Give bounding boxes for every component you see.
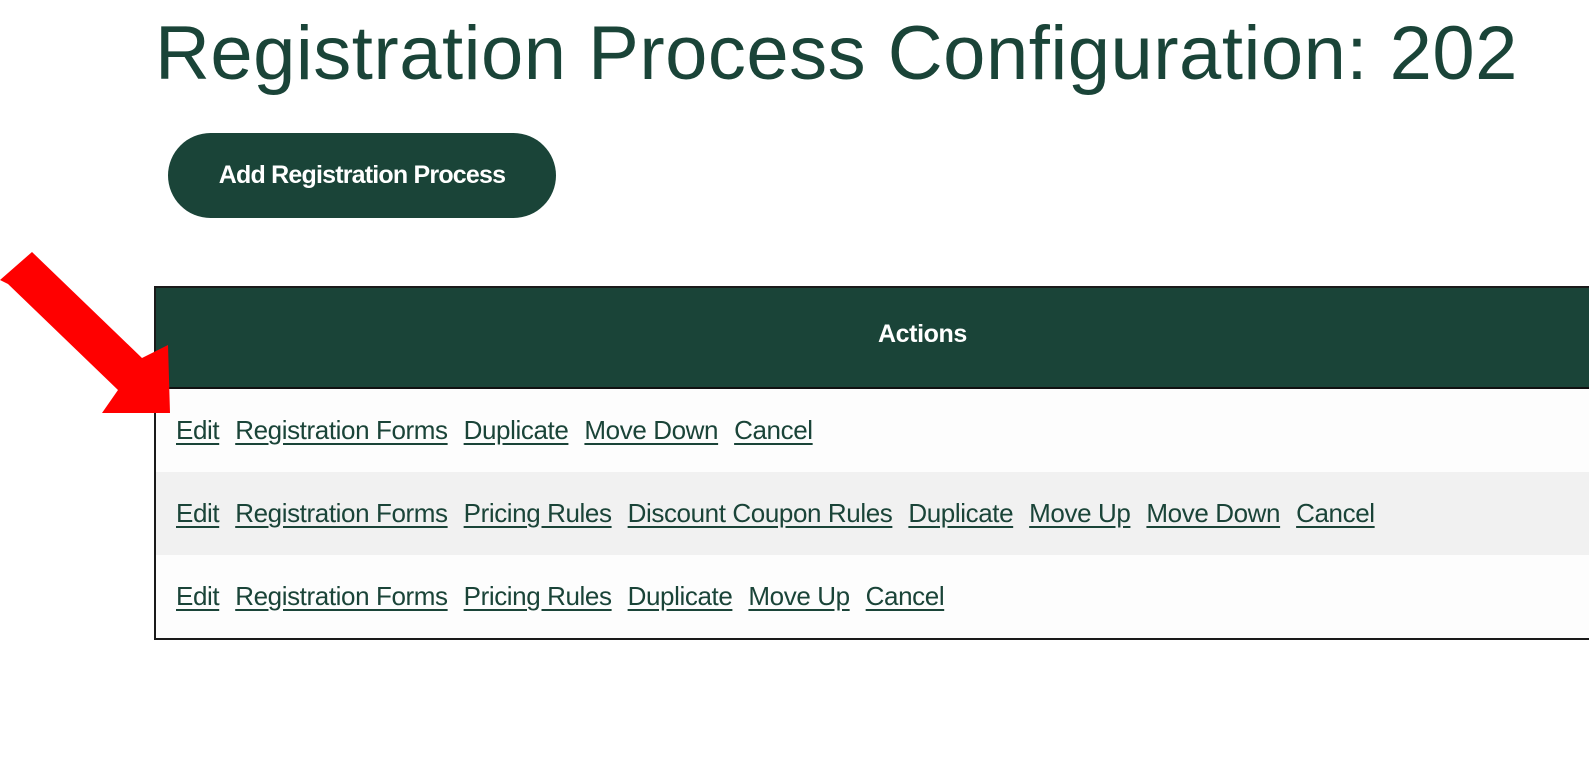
registration-forms-link[interactable]: Registration Forms [235, 415, 448, 446]
edit-link[interactable]: Edit [176, 498, 220, 529]
page-title: Registration Process Configuration: 202 [155, 11, 1518, 96]
duplicate-link[interactable]: Duplicate [908, 498, 1013, 529]
red-arrow-icon [0, 252, 170, 413]
discount-coupon-rules-link[interactable]: Discount Coupon Rules [628, 498, 893, 529]
move-down-link[interactable]: Move Down [584, 415, 718, 446]
cancel-link[interactable]: Cancel [1296, 498, 1375, 529]
move-up-link[interactable]: Move Up [748, 581, 850, 612]
actions-column-header: Actions [878, 320, 967, 348]
edit-link[interactable]: Edit [176, 581, 220, 612]
pricing-rules-link[interactable]: Pricing Rules [464, 498, 612, 529]
registration-forms-link[interactable]: Registration Forms [235, 581, 448, 612]
table-row: Edit Registration Forms Duplicate Move D… [156, 389, 1589, 472]
registration-forms-link[interactable]: Registration Forms [235, 498, 448, 529]
table-header: Actions [156, 288, 1589, 389]
table-row: Edit Registration Forms Pricing Rules Di… [156, 472, 1589, 555]
pricing-rules-link[interactable]: Pricing Rules [464, 581, 612, 612]
cancel-link[interactable]: Cancel [866, 581, 945, 612]
edit-link[interactable]: Edit [176, 415, 220, 446]
duplicate-link[interactable]: Duplicate [464, 415, 569, 446]
move-down-link[interactable]: Move Down [1146, 498, 1280, 529]
duplicate-link[interactable]: Duplicate [628, 581, 733, 612]
table-row: Edit Registration Forms Pricing Rules Du… [156, 555, 1589, 638]
cancel-link[interactable]: Cancel [734, 415, 813, 446]
move-up-link[interactable]: Move Up [1029, 498, 1131, 529]
add-registration-process-button[interactable]: Add Registration Process [168, 133, 556, 218]
actions-table: Actions Edit Registration Forms Duplicat… [154, 286, 1589, 640]
